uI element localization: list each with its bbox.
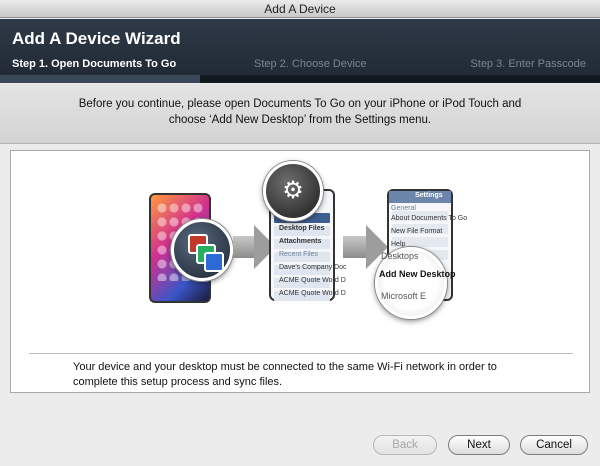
settings-item-label: New File Format	[391, 228, 443, 235]
docs-item-label: Desktop Files	[279, 225, 325, 232]
next-button[interactable]: Next	[448, 435, 510, 455]
doc-square-icon	[204, 252, 224, 272]
network-note: Your device and your desktop must be con…	[73, 361, 497, 388]
wizard-header: Add A Device Wizard Step 1. Open Documen…	[0, 19, 600, 83]
settings-header-label: Settings	[415, 192, 443, 199]
docs-item-label: ACME Quote Word D	[279, 277, 346, 284]
panel-divider	[29, 353, 573, 354]
back-button[interactable]: Back	[373, 435, 437, 455]
instructions-text: Before you continue, please open Documen…	[78, 98, 522, 126]
settings-button-magnifier: ⚙	[263, 161, 323, 221]
step-1-label: Step 1. Open Documents To Go	[12, 58, 177, 70]
window-titlebar: Add A Device	[0, 0, 600, 18]
docs-item-label: ACME Quote Word D	[279, 290, 346, 297]
arrow-right-icon	[343, 236, 367, 258]
arrow-right-icon	[233, 236, 255, 258]
step-2-label: Step 2. Choose Device	[254, 58, 367, 70]
settings-section-label: General	[391, 205, 416, 212]
magnifier-desktops-label: Desktops	[381, 251, 419, 261]
cancel-button[interactable]: Cancel	[520, 435, 588, 455]
illustration-panel: Desktop Files Attachments Recent Files D…	[10, 150, 590, 393]
documents-to-go-icon	[171, 219, 233, 281]
docs-item-label: Dave's Company Doc	[279, 264, 347, 271]
wizard-title: Add A Device Wizard	[12, 29, 181, 48]
magnifier-add-desktop-label: Add New Desktop	[379, 269, 456, 279]
magnifier-microsoft-label: Microsoft E	[381, 291, 427, 301]
step-3-label: Step 3. Enter Passcode	[470, 58, 586, 70]
gear-icon: ⚙	[282, 177, 304, 204]
settings-item-label: About Documents To Go	[391, 215, 468, 222]
docs-section-label: Recent Files	[279, 251, 318, 258]
step-progress-active	[0, 75, 200, 83]
docs-item-label: Attachments	[279, 238, 322, 245]
instructions-banner: Before you continue, please open Documen…	[0, 84, 600, 144]
